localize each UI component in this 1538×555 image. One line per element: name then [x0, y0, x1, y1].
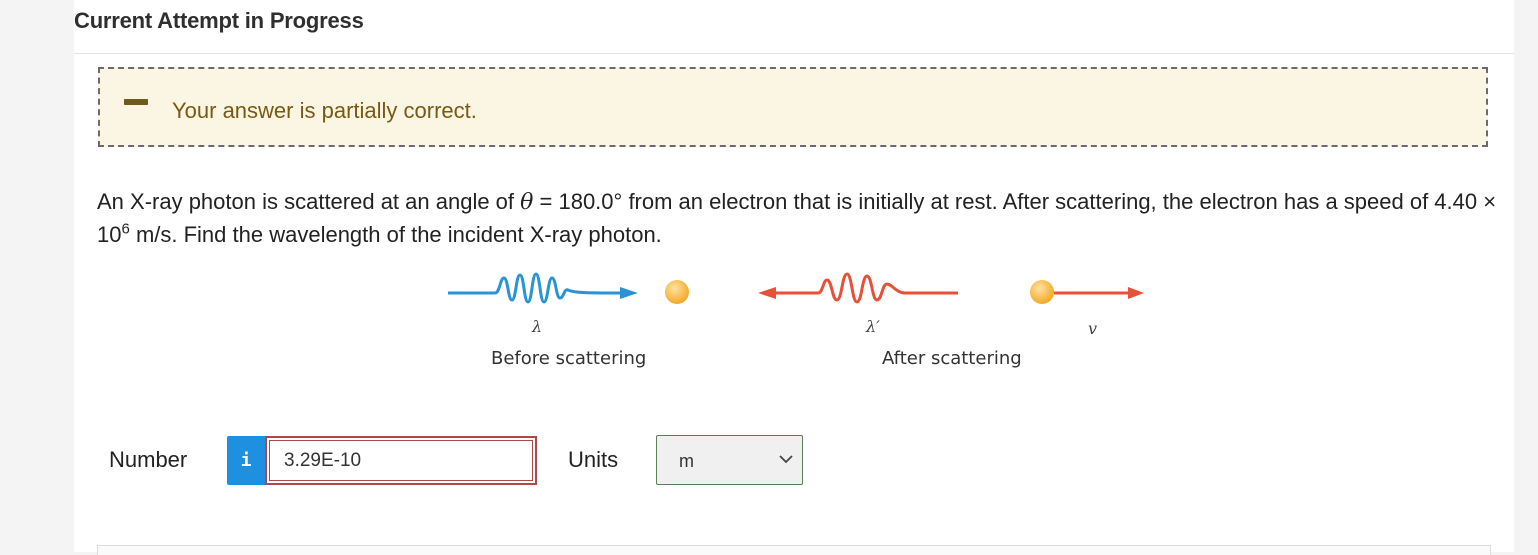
header-divider — [74, 53, 1514, 54]
info-icon[interactable]: i — [227, 436, 265, 485]
number-input[interactable] — [269, 440, 533, 481]
units-select[interactable]: m — [656, 435, 803, 485]
after-scattering-caption: After scattering — [882, 348, 1022, 369]
scattered-arrowhead — [758, 287, 776, 299]
question-part-1: An X-ray photon is scattered at an angle… — [97, 189, 521, 214]
number-input-wrapper — [265, 436, 537, 485]
electron-after — [1030, 280, 1054, 304]
lambda-label: λ — [532, 317, 543, 336]
electron-before — [665, 280, 689, 304]
page-title: Current Attempt in Progress — [74, 8, 364, 33]
question-text: An X-ray photon is scattered at an angle… — [97, 186, 1497, 251]
scattered-photon-wave — [776, 272, 958, 304]
velocity-arrowhead — [1128, 287, 1144, 299]
partial-correct-icon — [124, 99, 148, 105]
lambda-prime-label: λ′ — [866, 317, 880, 336]
incoming-photon-wave — [448, 272, 621, 304]
next-section-edge — [97, 545, 1491, 555]
velocity-label: v — [1088, 319, 1098, 338]
units-label: Units — [568, 447, 619, 472]
theta-symbol: θ — [520, 190, 534, 215]
before-scattering-caption: Before scattering — [491, 348, 647, 369]
chevron-down-icon — [779, 455, 793, 464]
units-selected-value: m — [679, 451, 694, 471]
compton-scattering-figure: λ λ′ v Before scattering After scatterin… — [440, 270, 1160, 380]
feedback-box: Your answer is partially correct. — [98, 67, 1488, 147]
number-label: Number — [109, 447, 188, 472]
feedback-message: Your answer is partially correct. — [172, 98, 477, 123]
info-glyph: i — [240, 450, 252, 471]
incoming-arrowhead — [620, 287, 638, 299]
question-part-3: m/s. Find the wavelength of the incident… — [129, 222, 662, 247]
exponent: 6 — [121, 220, 130, 238]
